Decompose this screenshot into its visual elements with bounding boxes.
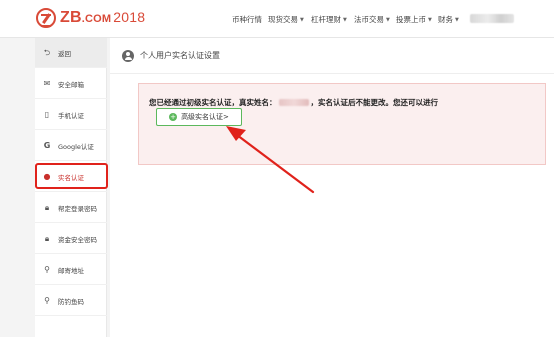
advanced-verification-button[interactable]: + 高级实名认证>: [156, 108, 242, 126]
top-header: ZB.COM 2018 币种行情 现货交易 ▼ 杠杆理财 ▼ 法币交易 ▼ 投票上币 ▼ …: [0, 0, 554, 38]
lock-icon: 🔒︎: [44, 202, 50, 212]
nav-vote-listing[interactable]: 投票上币 ▼: [396, 14, 432, 25]
sidebar-item-anti-phishing[interactable]: ⚲ 防钓鱼码: [35, 286, 107, 316]
chevron-down-icon: ▼: [386, 17, 390, 23]
nav-market[interactable]: 币种行情: [232, 14, 262, 25]
sidebar-item-back[interactable]: ⮌ 返回: [35, 38, 107, 68]
chevron-down-icon: ▼: [300, 17, 304, 23]
sidebar-item-email[interactable]: ✉ 安全邮箱: [35, 69, 107, 99]
chevron-down-icon: ▼: [428, 17, 432, 23]
main-panel: 个人用户实名认证设置 您已经通过初级实名认证，真实姓名： ，实名认证后不能更改。您…: [110, 38, 554, 337]
verification-notice: 您已经通过初级实名认证，真实姓名： ，实名认证后不能更改。您还可以进行 + 高级实…: [138, 83, 546, 165]
logo-text: ZB.COM 2018: [60, 9, 146, 26]
sidebar-item-real-name[interactable]: ● 实名认证: [35, 162, 107, 192]
zb-logo-icon: [36, 8, 56, 28]
back-arrow-icon: ⮌: [43, 47, 51, 57]
nav-fiat-trading[interactable]: 法币交易 ▼: [354, 14, 390, 25]
real-name-blurred: [278, 99, 309, 106]
google-icon: G: [43, 140, 51, 150]
envelope-icon: ✉: [43, 78, 51, 88]
chevron-down-icon: ▼: [455, 17, 459, 23]
user-account-blurred[interactable]: [470, 14, 514, 23]
nav-finance[interactable]: 财务 ▼: [438, 14, 459, 25]
sidebar-item-google-auth[interactable]: G Google认证: [35, 131, 107, 161]
sidebar-item-mailing-address[interactable]: ⚲ 邮寄地址: [35, 255, 107, 285]
sidebar-item-phone[interactable]: ▯ 手机认证: [35, 100, 107, 130]
chevron-down-icon: ▼: [343, 17, 347, 23]
user-circle-icon: [122, 49, 134, 62]
page-title: 个人用户实名认证设置: [140, 51, 220, 60]
mobile-phone-icon: ▯: [44, 109, 50, 119]
map-marker-icon: ⚲: [44, 295, 50, 305]
user-icon: ●: [43, 171, 51, 181]
sidebar-item-login-password[interactable]: 🔒︎ 帮定登录密码: [35, 193, 107, 223]
map-marker-icon: ⚲: [44, 264, 50, 274]
page-header: 个人用户实名认证设置: [110, 38, 554, 74]
nav-spot-trading[interactable]: 现货交易 ▼: [268, 14, 304, 25]
lock-icon: 🔒︎: [44, 233, 50, 243]
account-sidebar: ⮌ 返回 ✉ 安全邮箱 ▯ 手机认证 G Google认证 ● 实名认证 🔒︎ …: [35, 38, 107, 337]
plus-circle-icon: +: [169, 113, 178, 121]
nav-leverage[interactable]: 杠杆理财 ▼: [311, 14, 347, 25]
notice-text: 您已经通过初级实名认证，真实姓名： ，实名认证后不能更改。您还可以进行: [149, 98, 438, 107]
sidebar-item-fund-password[interactable]: 🔒︎ 资金安全密码: [35, 224, 107, 254]
